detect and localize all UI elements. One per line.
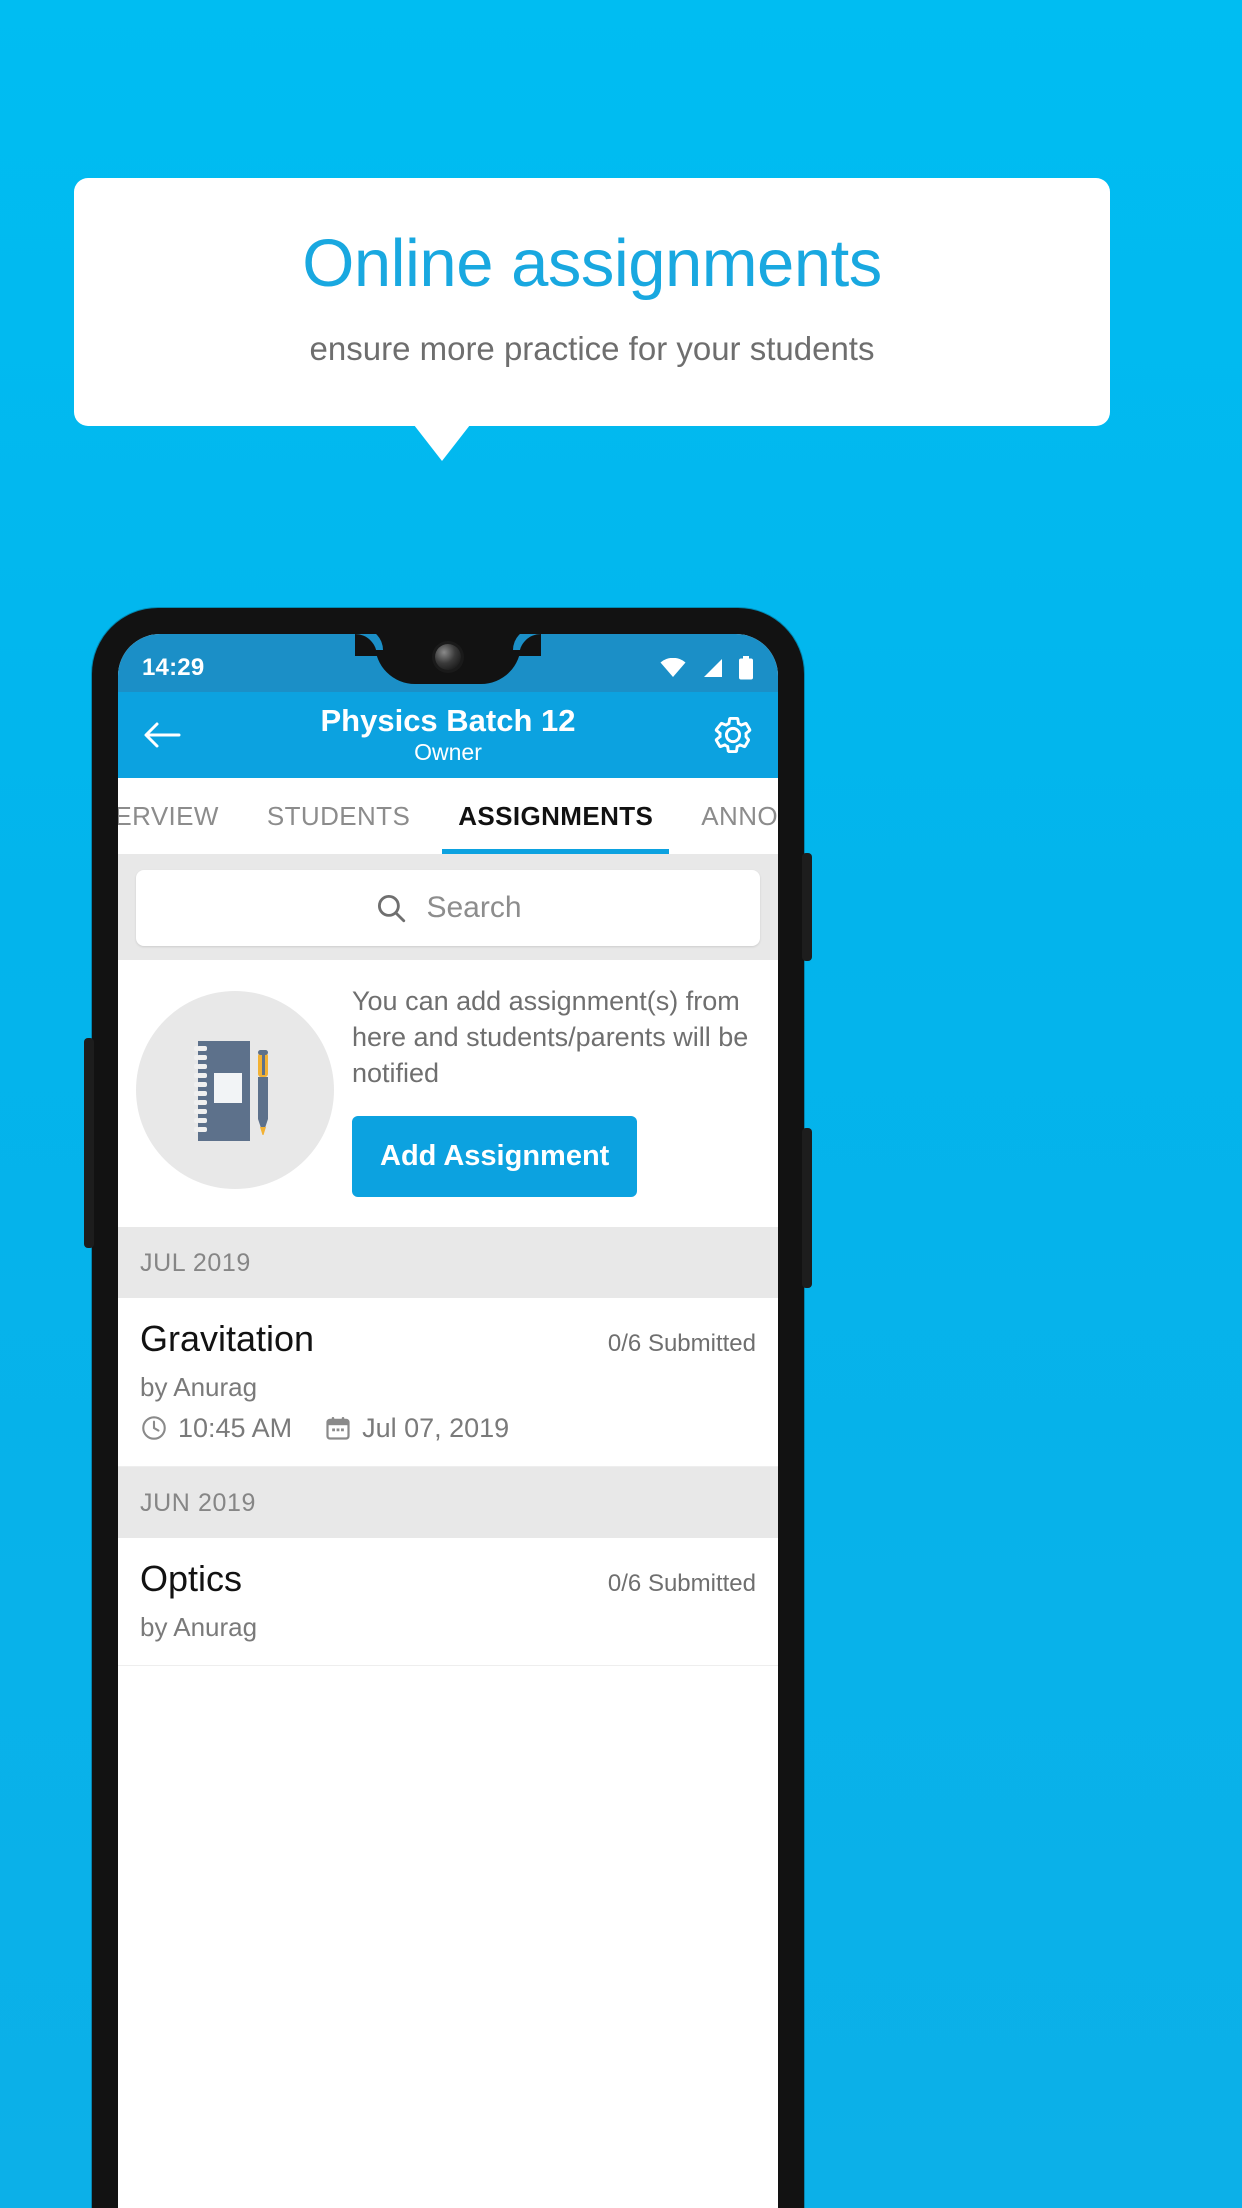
calendar-icon [324, 1414, 352, 1442]
assignment-date: Jul 07, 2019 [362, 1412, 510, 1443]
search-icon [374, 891, 408, 925]
assignment-title: Optics [140, 1557, 243, 1599]
notebook-and-pen-icon [136, 991, 334, 1190]
clock-icon [140, 1414, 168, 1442]
front-camera [435, 644, 461, 670]
tab-overview[interactable]: OVERVIEW [118, 778, 243, 854]
month-header-jul-2019: JUL 2019 [118, 1226, 778, 1298]
assignment-author: by Anurag [140, 1371, 258, 1402]
month-header-jun-2019: JUN 2019 [118, 1466, 778, 1538]
assignment-meta: 10:45 AM Jul 07, 2019 [140, 1413, 756, 1444]
empty-state-card: You can add assignment(s) from here and … [118, 960, 778, 1227]
phone-volume-button [802, 1128, 812, 1288]
assignment-header-row: Optics 0/6 Submitted [140, 1558, 756, 1600]
assignment-author: by Anurag [140, 1611, 258, 1642]
status-badge: 0/6 Submitted [607, 1329, 756, 1357]
tab-overview-label: OVERVIEW [118, 800, 219, 831]
empty-state-content: You can add assignment(s) from here and … [352, 984, 760, 1197]
promo-callout-card: Online assignments ensure more practice … [74, 178, 1110, 426]
status-bar-icons [660, 656, 754, 680]
search-region: Search [118, 854, 778, 960]
back-arrow-icon[interactable] [140, 713, 184, 757]
app-bar-titles: Physics Batch 12 Owner [118, 702, 778, 766]
phone-mockup: 14:29 Physics Batch 12 Owner ERVIEW STUD… [84, 608, 812, 2208]
app-bar: Physics Batch 12 Owner [118, 692, 778, 778]
phone-notch [355, 634, 541, 684]
status-badge: 0/6 Submitted [607, 1569, 756, 1597]
search-placeholder: Search [426, 891, 522, 924]
tab-assignments[interactable]: ASSIGNMENTS [434, 778, 677, 854]
promo-headline: Online assignments [302, 226, 882, 301]
tab-students-label: STUDENTS [266, 800, 411, 831]
assignment-header-row: Gravitation 0/6 Submitted [140, 1318, 756, 1360]
wifi-icon [660, 658, 686, 678]
tab-students[interactable]: STUDENTS [243, 778, 434, 854]
status-bar: 14:29 [118, 634, 778, 692]
tab-assignments-label: ASSIGNMENTS [458, 800, 654, 831]
table-row[interactable]: Optics 0/6 Submitted by Anurag [118, 1537, 778, 1666]
tab-announcements[interactable]: ANNOUNCEMENTS [677, 778, 778, 854]
gear-icon[interactable] [710, 712, 756, 758]
promo-subtitle: ensure more practice for your students [309, 330, 875, 367]
status-bar-clock: 14:29 [142, 654, 205, 681]
phone-screen: 14:29 Physics Batch 12 Owner ERVIEW STUD… [118, 634, 778, 2208]
search-input[interactable]: Search [136, 870, 760, 946]
assignment-title: Gravitation [140, 1317, 315, 1359]
table-row[interactable]: Gravitation 0/6 Submitted by Anurag 10:4… [118, 1297, 778, 1467]
assignment-time: 10:45 AM [178, 1412, 293, 1443]
tab-announcements-label: ANNOUNCEMENTS [701, 800, 778, 831]
phone-power-button [802, 853, 812, 961]
tab-bar[interactable]: OVERVIEW STUDENTS ASSIGNMENTS ANNOUNCEME… [118, 778, 778, 854]
page-subtitle: Owner [414, 738, 482, 765]
page-title: Physics Batch 12 [320, 702, 576, 738]
empty-state-text: You can add assignment(s) from here and … [352, 986, 749, 1088]
phone-assistant-button [84, 1038, 94, 1248]
cellular-signal-icon [701, 658, 723, 678]
add-assignment-button[interactable]: Add Assignment [352, 1115, 638, 1197]
promo-screenshot: Online assignments ensure more practice … [0, 0, 1242, 2208]
promo-callout-tail [414, 425, 470, 461]
battery-icon [738, 656, 754, 680]
